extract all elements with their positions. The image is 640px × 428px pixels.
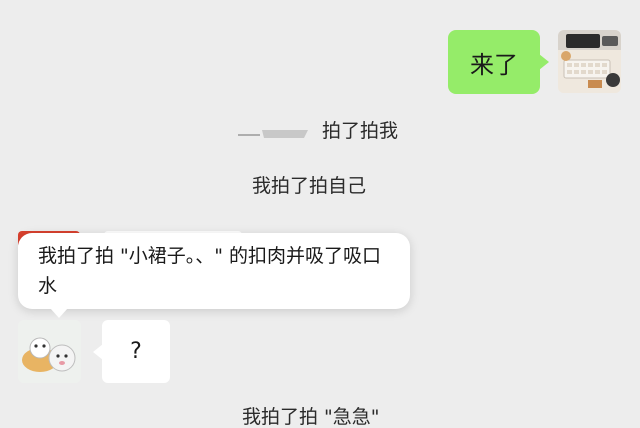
pat-message-1: 拍了拍我 bbox=[322, 120, 399, 142]
incoming-message-text: ? bbox=[130, 339, 142, 364]
outgoing-message-bubble[interactable]: 来了 bbox=[448, 30, 549, 94]
desk-photo-icon bbox=[558, 30, 621, 93]
pat-popup-text: 我拍了拍 "小裙子。、" 的扣肉并吸了吸口水 bbox=[38, 245, 382, 297]
cartoon-animals-icon bbox=[18, 320, 81, 383]
pat-popup: 我拍了拍 "小裙子。、" 的扣肉并吸了吸口水 bbox=[18, 233, 410, 318]
incoming-message-bubble[interactable]: ? bbox=[93, 320, 170, 383]
my-avatar[interactable] bbox=[558, 30, 621, 93]
outgoing-message-text: 来了 bbox=[470, 50, 518, 79]
blurred-username bbox=[238, 125, 308, 139]
contact-avatar[interactable] bbox=[18, 320, 81, 383]
pat-message-2: 我拍了拍自己 bbox=[252, 175, 367, 197]
pat-message-3: 我拍了拍 "急急" bbox=[242, 406, 380, 428]
